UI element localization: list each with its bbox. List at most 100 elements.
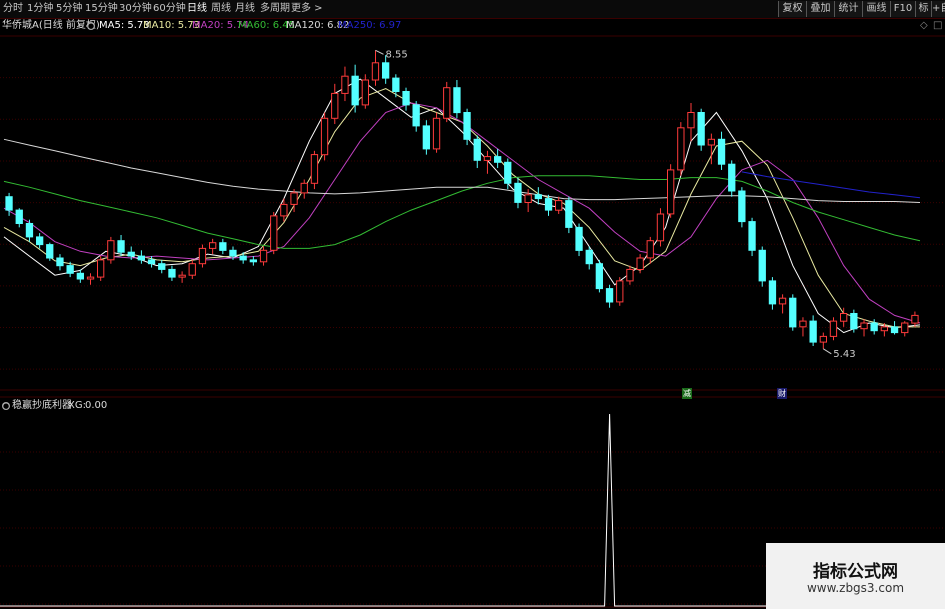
- candle-body: [799, 320, 807, 328]
- expand-icon[interactable]: □: [933, 19, 942, 33]
- candle: [829, 317, 838, 341]
- candle-body: [809, 320, 817, 343]
- event-badge-reduce[interactable]: 减: [682, 388, 692, 399]
- candle-body: [738, 190, 746, 223]
- ma-line-ma120: [3, 138, 921, 203]
- candle: [198, 244, 207, 268]
- candle: [117, 235, 125, 257]
- candle-body: [168, 268, 176, 278]
- candle: [687, 102, 695, 142]
- sub-settings-circle-icon[interactable]: ●: [2, 402, 10, 410]
- candle-body: [331, 92, 339, 119]
- candle: [300, 179, 308, 199]
- candle-body: [544, 198, 553, 211]
- candle-body: [76, 272, 84, 280]
- candle-body: [229, 249, 237, 257]
- candle-body: [371, 62, 380, 81]
- candle-body: [137, 255, 145, 261]
- candle: [626, 265, 634, 285]
- candle-body: [494, 156, 502, 163]
- sub-indicator-bar: ● 稳赢抄底利器 XG: 0.00: [0, 399, 945, 413]
- candle-body: [890, 326, 899, 334]
- candle-body: [198, 247, 207, 265]
- candle: [351, 64, 359, 113]
- ma-line-ma20: [3, 102, 921, 324]
- candle-body: [341, 75, 349, 94]
- candle-body: [66, 265, 74, 274]
- candle: [656, 208, 665, 247]
- event-badge-finance[interactable]: 财: [777, 388, 787, 399]
- candle-body: [382, 62, 390, 79]
- candle: [453, 80, 461, 119]
- candle-body: [697, 112, 705, 146]
- candle-body: [25, 223, 34, 238]
- candle: [605, 284, 614, 308]
- candle: [575, 223, 583, 257]
- candle: [341, 66, 349, 102]
- candle-body: [310, 154, 319, 184]
- candle-body: [239, 255, 247, 261]
- candle: [86, 273, 95, 285]
- candle: [107, 236, 115, 264]
- candle-body: [819, 335, 828, 343]
- candle-body: [758, 249, 766, 282]
- candle: [799, 317, 807, 337]
- candle: [270, 212, 278, 255]
- candle: [595, 259, 604, 293]
- candle-body: [880, 326, 889, 332]
- candle-body: [188, 263, 196, 276]
- candle-body: [402, 91, 410, 106]
- candle-body: [728, 163, 736, 192]
- candle: [56, 254, 64, 271]
- candle: [178, 271, 186, 283]
- candle-body: [280, 203, 288, 217]
- candle: [97, 256, 105, 281]
- candle: [890, 321, 899, 335]
- candle: [778, 294, 787, 314]
- candle-body: [789, 297, 797, 328]
- candle-body: [127, 251, 135, 257]
- candle-body: [870, 322, 878, 332]
- candle: [392, 74, 400, 98]
- candle-body: [178, 274, 186, 278]
- candle-body: [320, 117, 329, 156]
- candle-body: [860, 322, 868, 330]
- candle: [249, 256, 257, 266]
- candle-body: [290, 192, 298, 205]
- candle-body: [300, 182, 308, 194]
- candle-body: [259, 249, 268, 263]
- low-marker-line: [823, 348, 832, 355]
- candle-body: [677, 127, 685, 171]
- ma-line-ma10: [3, 88, 920, 328]
- candle-body: [107, 240, 115, 261]
- candle-body: [748, 221, 756, 251]
- candle: [667, 164, 675, 218]
- candle-body: [86, 276, 95, 280]
- candle-body: [219, 242, 227, 251]
- candle: [168, 265, 176, 281]
- candle-body: [443, 87, 451, 119]
- candle: [758, 246, 766, 287]
- candle: [361, 74, 370, 109]
- xg-label: XG:: [68, 400, 86, 411]
- candle-body: [270, 215, 278, 251]
- candle-body: [453, 87, 461, 114]
- high-marker-line: [375, 49, 384, 55]
- candle-body: [565, 200, 573, 228]
- candle: [809, 315, 817, 346]
- candle: [259, 246, 268, 266]
- watermark-title: 指标公式网: [813, 562, 898, 582]
- candle-body: [15, 209, 23, 225]
- candle: [819, 332, 828, 349]
- diamond-icon[interactable]: ◇: [920, 19, 928, 33]
- candle-body: [626, 268, 634, 282]
- settings-circle-icon[interactable]: ●: [87, 22, 95, 30]
- candle: [188, 259, 196, 280]
- sub-indicator-name[interactable]: 稳赢抄底利器: [12, 399, 72, 413]
- candle: [46, 242, 54, 261]
- candle-body: [209, 242, 217, 249]
- candle: [494, 148, 502, 169]
- candle: [209, 238, 217, 255]
- candle-body: [514, 182, 522, 203]
- candle: [15, 208, 23, 228]
